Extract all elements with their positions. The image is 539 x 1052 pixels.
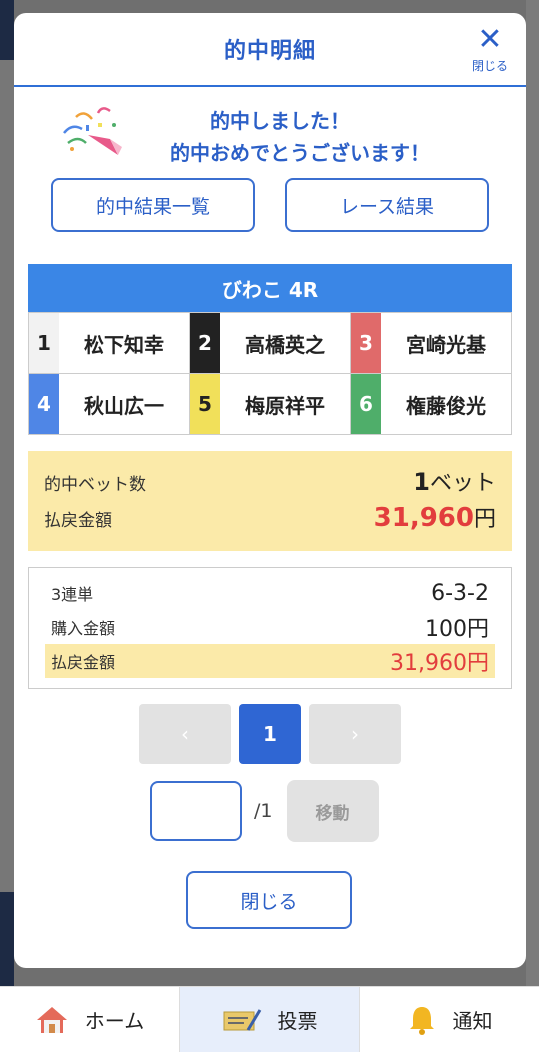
racer-grid: 1 松下知幸 2 高橋英之 3 宮崎光基 4 秋山広一 5 梅原祥平 6 権藤俊光 xyxy=(28,312,512,435)
close-button[interactable]: 閉じる xyxy=(186,871,352,929)
racer-cell: 6 権藤俊光 xyxy=(351,374,512,435)
ticket-icon xyxy=(223,1008,261,1031)
bet-count-value: 1ベット xyxy=(413,468,496,496)
bet-detail: 3連単 6-3-2 購入金額 100円 払戻金額 31,960円 xyxy=(28,567,512,689)
detail-payout-label: 払戻金額 xyxy=(51,653,116,672)
racer-cell: 2 高橋英之 xyxy=(190,313,351,374)
racer-name: 松下知幸 xyxy=(84,332,164,357)
tab-vote-label: 投票 xyxy=(277,1009,318,1033)
bell-icon xyxy=(409,1006,434,1035)
racer-name: 高橋英之 xyxy=(245,332,325,357)
tab-notify-label: 通知 xyxy=(452,1009,493,1033)
tab-vote[interactable]: 投票 xyxy=(179,987,360,1052)
bottom-tab-bar: ホーム 投票 通知 xyxy=(0,986,539,1052)
close-x-button[interactable]: ✕ 閉じる xyxy=(468,25,512,75)
racer-number: 6 xyxy=(351,374,381,434)
background-footer xyxy=(0,892,14,986)
bet-count-label: 的中ベット数 xyxy=(44,475,146,495)
racer-name: 宮崎光基 xyxy=(406,332,486,357)
racer-number: 5 xyxy=(190,374,220,434)
payout-label: 払戻金額 xyxy=(44,511,112,531)
racer-number: 4 xyxy=(29,374,59,434)
next-page-button[interactable]: › xyxy=(309,704,401,764)
race-result-button[interactable]: レース結果 xyxy=(285,178,489,232)
pagination: ‹ 1 › xyxy=(14,704,526,764)
modal-title: 的中明細 xyxy=(223,39,316,64)
background-header xyxy=(0,0,14,60)
move-button[interactable]: 移動 xyxy=(286,780,379,842)
congrats-line-2: 的中おめでとうございます！ xyxy=(170,141,430,165)
race-name: びわこ 4R xyxy=(28,264,512,312)
hit-detail-modal: 的中明細 ✕ 閉じる 的中しました！ 的中おめでとうございます！ 的中結果一覧 … xyxy=(14,13,526,968)
background-page-right xyxy=(526,0,539,986)
hit-summary: 的中ベット数 1ベット 払戻金額 31,960円 xyxy=(28,451,512,551)
page-number-input[interactable] xyxy=(150,781,242,841)
racer-name: 権藤俊光 xyxy=(406,393,486,418)
payout-value: 31,960円 xyxy=(373,503,496,533)
race-card: びわこ 4R 1 松下知幸 2 高橋英之 3 宮崎光基 4 秋山広一 5 梅原祥平 6 権藤俊光 xyxy=(28,264,512,435)
bet-combination: 6-3-2 xyxy=(431,580,489,606)
purchase-value: 100円 xyxy=(425,617,489,642)
congrats-message: 的中しました！ 的中おめでとうございます！ xyxy=(14,87,526,177)
detail-payout-value: 31,960円 xyxy=(390,651,489,676)
racer-number: 1 xyxy=(29,313,59,373)
racer-name: 梅原祥平 xyxy=(245,393,325,418)
racer-cell: 4 秋山広一 xyxy=(29,374,190,435)
close-x-label: 閉じる xyxy=(471,59,508,73)
racer-number: 3 xyxy=(351,313,381,373)
racer-number: 2 xyxy=(190,313,220,373)
racer-name: 秋山広一 xyxy=(84,393,164,418)
prev-page-button[interactable]: ‹ xyxy=(139,704,231,764)
modal-header: 的中明細 ✕ 閉じる xyxy=(14,13,526,87)
hit-list-button[interactable]: 的中結果一覧 xyxy=(51,178,255,232)
result-buttons: 的中結果一覧 レース結果 xyxy=(51,178,489,232)
close-icon: ✕ xyxy=(477,22,503,57)
home-icon xyxy=(36,1006,67,1033)
current-page-button[interactable]: 1 xyxy=(239,704,301,764)
racer-cell: 1 松下知幸 xyxy=(29,313,190,374)
bet-type-label: 3連単 xyxy=(51,585,94,604)
congrats-line-1: 的中しました！ xyxy=(210,109,350,133)
purchase-label: 購入金額 xyxy=(51,619,116,638)
page-jump: /1 移動 xyxy=(150,780,379,842)
racer-cell: 3 宮崎光基 xyxy=(351,313,512,374)
page-total: /1 xyxy=(254,800,273,822)
tab-home-label: ホーム xyxy=(84,1009,145,1033)
background-page xyxy=(0,60,14,892)
tab-home[interactable]: ホーム xyxy=(0,987,179,1052)
racer-cell: 5 梅原祥平 xyxy=(190,374,351,435)
tab-notify[interactable]: 通知 xyxy=(360,987,539,1052)
